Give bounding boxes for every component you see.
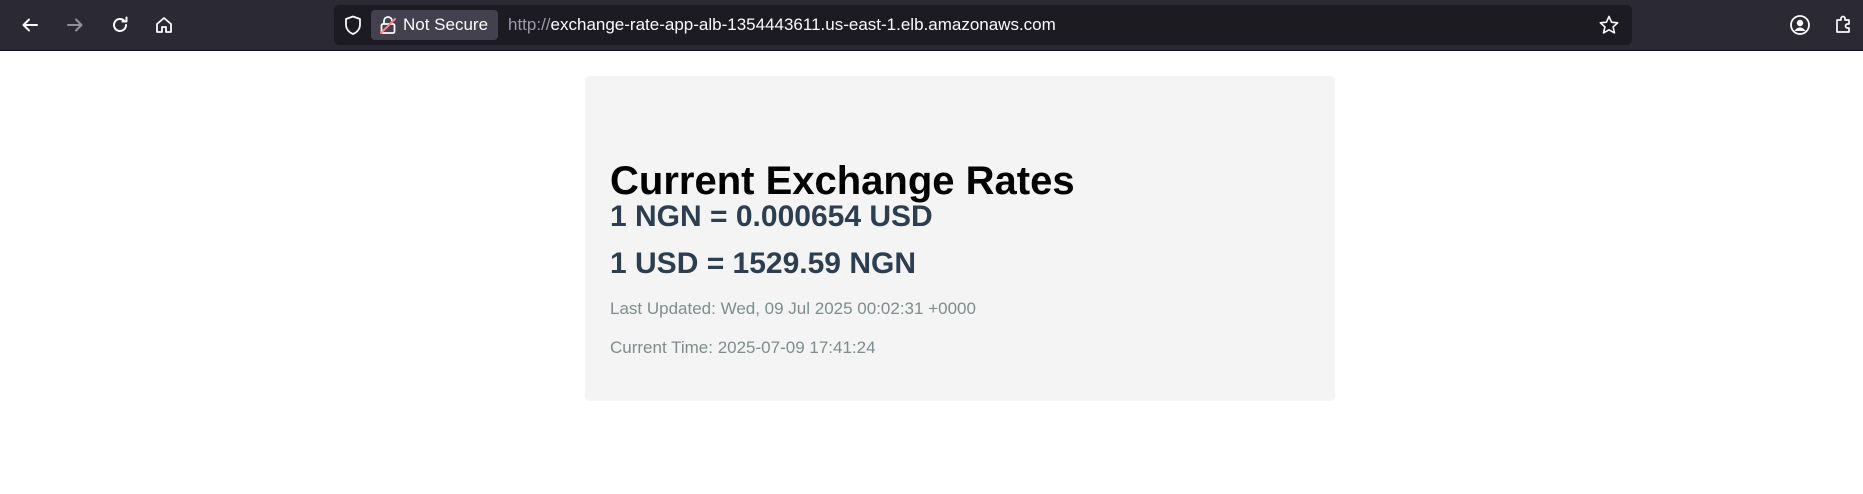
puzzle-extension-icon [1836, 15, 1850, 33]
reload-icon [113, 16, 128, 32]
forward-button[interactable] [58, 8, 92, 42]
url-host: exchange-rate-app-alb-1354443611.us-east… [550, 15, 1056, 34]
home-button[interactable] [147, 8, 181, 42]
account-icon [1790, 15, 1810, 35]
site-security-button[interactable]: Not Secure [371, 10, 499, 40]
back-button[interactable] [13, 8, 47, 42]
exchange-rate-card: Current Exchange Rates 1 NGN = 0.000654 … [585, 76, 1335, 401]
current-time-text: Current Time: 2025-07-09 17:41:24 [610, 338, 876, 357]
browser-toolbar: Not Secure http://exchange-rate-app-alb-… [0, 0, 1863, 51]
bookmark-star-icon[interactable] [1598, 14, 1620, 36]
url-bar[interactable]: Not Secure http://exchange-rate-app-alb-… [334, 5, 1632, 45]
security-label: Not Secure [403, 15, 489, 34]
insecure-lock-icon [380, 16, 396, 34]
extensions-button[interactable] [1827, 8, 1861, 42]
last-updated-text: Last Updated: Wed, 09 Jul 2025 00:02:31 … [610, 299, 976, 318]
shield-icon[interactable] [342, 14, 364, 36]
page-title: Current Exchange Rates [610, 159, 1075, 203]
url-protocol: http:// [508, 15, 551, 34]
account-button[interactable] [1783, 8, 1817, 42]
url-text[interactable]: http://exchange-rate-app-alb-1354443611.… [508, 5, 1056, 45]
home-icon [156, 17, 172, 33]
rate-usd-to-ngn: 1 USD = 1529.59 NGN [610, 247, 916, 280]
rate-ngn-to-usd: 1 NGN = 0.000654 USD [610, 200, 933, 233]
arrow-right-icon [67, 18, 83, 32]
reload-button[interactable] [103, 8, 137, 42]
arrow-left-icon [22, 18, 38, 32]
